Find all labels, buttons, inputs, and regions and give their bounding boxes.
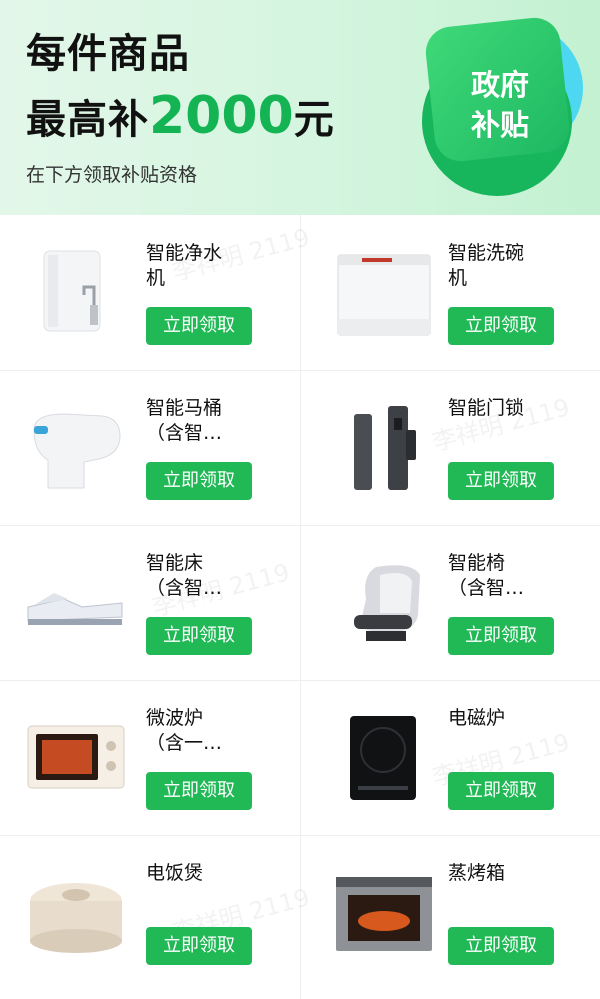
claim-button[interactable]: 立即领取 — [448, 617, 554, 655]
product-name-line2: 机 — [146, 267, 166, 289]
product-card[interactable]: 电磁炉 立即领取 — [302, 680, 600, 835]
product-card[interactable]: 智能床 （含智… 立即领取 — [0, 525, 300, 680]
claim-button[interactable]: 立即领取 — [448, 462, 554, 500]
headline-line1: 每件商品 — [26, 31, 190, 77]
product-card[interactable]: 智能洗碗机立即领取 — [302, 215, 600, 370]
product-card[interactable]: 微波炉 （含一… 立即领取 — [0, 680, 300, 835]
product-name: 智能床 （含智… — [146, 551, 246, 601]
product-name: 智能椅 （含智… — [448, 551, 548, 601]
smart-toilet-icon — [24, 400, 128, 496]
claim-button[interactable]: 立即领取 — [146, 462, 252, 500]
smart-bed-icon — [24, 555, 128, 651]
door-lock-icon — [332, 400, 436, 496]
product-name: 智能净水机 — [146, 241, 246, 291]
banner-subline: 在下方领取补贴资格 — [26, 164, 198, 186]
product-name-line2: （含一… — [146, 732, 223, 754]
water-purifier-icon — [24, 245, 128, 341]
product-name: 电磁炉 — [448, 706, 548, 731]
product-card[interactable]: 智能椅 （含智… 立即领取 — [302, 525, 600, 680]
product-name-line1: 电饭煲 — [146, 862, 204, 884]
product-name: 智能马桶 （含智… — [146, 396, 246, 446]
product-name-line1: 智能马桶 — [146, 397, 223, 419]
claim-button[interactable]: 立即领取 — [448, 927, 554, 965]
headline-prefix: 最高补 — [26, 97, 149, 143]
product-card[interactable]: 电饭煲 立即领取 — [0, 835, 300, 990]
claim-button[interactable]: 立即领取 — [146, 772, 252, 810]
product-name-line2: 机 — [448, 267, 468, 289]
claim-button[interactable]: 立即领取 — [146, 617, 252, 655]
claim-button[interactable]: 立即领取 — [146, 927, 252, 965]
subsidy-amount: 2000 — [149, 86, 294, 146]
product-name-line2: （含智… — [146, 422, 223, 444]
headline-suffix: 元 — [293, 97, 335, 143]
government-subsidy-badge: 政府 补贴 — [410, 6, 585, 201]
induction-cooker-icon — [332, 710, 436, 806]
product-card[interactable]: 智能净水机立即领取 — [0, 215, 300, 370]
headline-line2: 最高补2000元 — [26, 90, 335, 144]
product-name: 智能洗碗机 — [448, 241, 548, 291]
product-name-line1: 智能洗碗 — [448, 242, 525, 264]
product-name-line1: 智能净水 — [146, 242, 223, 264]
subsidy-banner: 每件商品 最高补2000元 在下方领取补贴资格 政府 补贴 — [0, 0, 600, 215]
product-name-line2: （含智… — [146, 577, 223, 599]
product-card[interactable]: 智能马桶 （含智… 立即领取 — [0, 370, 300, 525]
massage-chair-icon — [332, 555, 436, 651]
product-name-line1: 微波炉 — [146, 707, 204, 729]
product-name: 智能门锁 — [448, 396, 548, 421]
badge-text-line1: 政府 — [470, 68, 529, 102]
microwave-icon — [24, 710, 128, 806]
product-name-line1: 智能椅 — [448, 552, 506, 574]
product-name-line1: 智能门锁 — [448, 397, 525, 419]
claim-button[interactable]: 立即领取 — [146, 307, 252, 345]
badge-text-line2: 补贴 — [470, 108, 529, 142]
product-card[interactable]: 蒸烤箱 立即领取 — [302, 835, 600, 990]
product-name-line1: 蒸烤箱 — [448, 862, 506, 884]
steam-oven-icon — [332, 865, 436, 961]
product-name-line1: 智能床 — [146, 552, 204, 574]
rice-cooker-icon — [24, 865, 128, 961]
product-name: 电饭煲 — [146, 861, 246, 886]
product-name: 微波炉 （含一… — [146, 706, 246, 756]
product-card[interactable]: 智能门锁 立即领取 — [302, 370, 600, 525]
product-name-line1: 电磁炉 — [448, 707, 506, 729]
product-name-line2: （含智… — [448, 577, 525, 599]
claim-button[interactable]: 立即领取 — [448, 307, 554, 345]
dishwasher-icon — [332, 245, 436, 341]
claim-button[interactable]: 立即领取 — [448, 772, 554, 810]
product-name: 蒸烤箱 — [448, 861, 548, 886]
